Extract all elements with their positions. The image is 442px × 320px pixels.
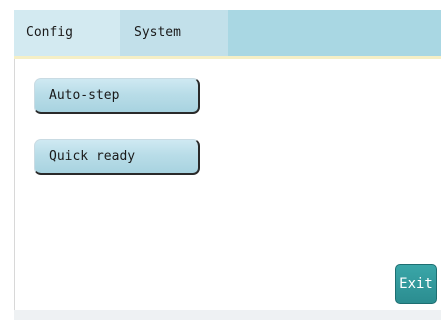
- footer-strip: [14, 310, 441, 320]
- tab-config[interactable]: Config: [14, 10, 120, 56]
- tab-system[interactable]: System: [120, 10, 228, 56]
- header-divider: [14, 56, 441, 59]
- tab-bar: Config System: [14, 10, 441, 56]
- exit-button[interactable]: Exit: [395, 264, 437, 304]
- panel-border: [14, 59, 15, 320]
- auto-step-button[interactable]: Auto-step: [34, 78, 200, 114]
- config-screen: Config System Auto-step Quick ready Exit: [14, 10, 441, 320]
- quick-ready-button[interactable]: Quick ready: [34, 139, 200, 175]
